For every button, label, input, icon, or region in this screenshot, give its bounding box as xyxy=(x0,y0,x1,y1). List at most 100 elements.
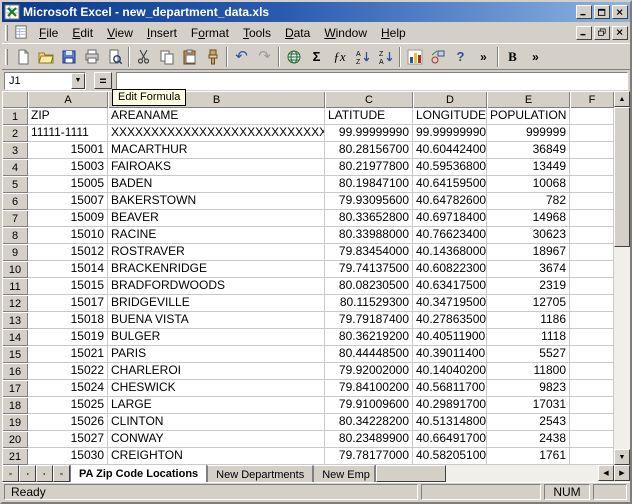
cell-F12[interactable] xyxy=(570,295,614,312)
cell-D5[interactable]: 40.64159500 xyxy=(413,176,487,193)
cell-E9[interactable]: 18967 xyxy=(487,244,570,261)
col-header-C[interactable]: C xyxy=(325,91,413,108)
row-header-21[interactable]: 21 xyxy=(2,448,28,465)
row-header-9[interactable]: 9 xyxy=(2,244,28,261)
cell-D12[interactable]: 40.34719500 xyxy=(413,295,487,312)
cell-E10[interactable]: 3674 xyxy=(487,261,570,278)
cell-C6[interactable]: 79.93095600 xyxy=(325,193,413,210)
cell-F16[interactable] xyxy=(570,363,614,380)
cell-C16[interactable]: 79.92002000 xyxy=(325,363,413,380)
cell-F15[interactable] xyxy=(570,346,614,363)
cell-C1[interactable]: LATITUDE xyxy=(325,108,413,125)
cell-D4[interactable]: 40.59536800 xyxy=(413,159,487,176)
more-buttons2-icon[interactable]: » xyxy=(524,46,547,68)
maximize-button[interactable] xyxy=(594,5,610,19)
last-sheet-button[interactable] xyxy=(53,465,70,482)
cell-E8[interactable]: 30623 xyxy=(487,227,570,244)
cell-D15[interactable]: 40.39011400 xyxy=(413,346,487,363)
workbook-close-button[interactable] xyxy=(612,25,628,40)
new-workbook-icon[interactable] xyxy=(11,46,34,68)
cell-B13[interactable]: BUENA VISTA xyxy=(108,312,325,329)
col-header-F[interactable]: F xyxy=(570,91,614,108)
cell-B2[interactable]: XXXXXXXXXXXXXXXXXXXXXXXXXXXXXXXX xyxy=(108,125,325,142)
cell-A3[interactable]: 15001 xyxy=(28,142,108,159)
cell-D21[interactable]: 40.58205100 xyxy=(413,448,487,465)
cell-C18[interactable]: 79.91009600 xyxy=(325,397,413,414)
cut-icon[interactable] xyxy=(132,46,155,68)
cell-A4[interactable]: 15003 xyxy=(28,159,108,176)
chart-wizard-icon[interactable] xyxy=(403,46,426,68)
menu-format[interactable]: Format xyxy=(184,24,236,42)
cell-B8[interactable]: RACINE xyxy=(108,227,325,244)
row-header-2[interactable]: 2 xyxy=(2,125,28,142)
row-header-18[interactable]: 18 xyxy=(2,397,28,414)
cell-B19[interactable]: CLINTON xyxy=(108,414,325,431)
cell-E11[interactable]: 2319 xyxy=(487,278,570,295)
cell-F17[interactable] xyxy=(570,380,614,397)
cell-F11[interactable] xyxy=(570,278,614,295)
cell-E2[interactable]: 999999 xyxy=(487,125,570,142)
cell-A8[interactable]: 15010 xyxy=(28,227,108,244)
cell-D11[interactable]: 40.63417500 xyxy=(413,278,487,295)
cell-B11[interactable]: BRADFORDWOODS xyxy=(108,278,325,295)
scroll-left-icon[interactable]: ◀ xyxy=(598,465,614,481)
bold-button[interactable]: B xyxy=(501,46,524,68)
row-header-3[interactable]: 3 xyxy=(2,142,28,159)
formula-input[interactable] xyxy=(116,71,628,90)
cell-E17[interactable]: 9823 xyxy=(487,380,570,397)
cell-D6[interactable]: 40.64782600 xyxy=(413,193,487,210)
cell-A18[interactable]: 15025 xyxy=(28,397,108,414)
row-header-6[interactable]: 6 xyxy=(2,193,28,210)
paste-function-icon[interactable]: ƒx xyxy=(328,46,351,68)
cell-A10[interactable]: 15014 xyxy=(28,261,108,278)
cell-A14[interactable]: 15019 xyxy=(28,329,108,346)
cell-C3[interactable]: 80.28156700 xyxy=(325,142,413,159)
cell-C13[interactable]: 79.79187400 xyxy=(325,312,413,329)
cell-C12[interactable]: 80.11529300 xyxy=(325,295,413,312)
sheet-tab-3[interactable]: New Emp xyxy=(313,465,376,482)
horizontal-scrollbar[interactable]: ◀ ▶ xyxy=(375,465,630,482)
menu-insert[interactable]: Insert xyxy=(140,24,184,42)
cell-D16[interactable]: 40.14040200 xyxy=(413,363,487,380)
cell-C9[interactable]: 79.83454000 xyxy=(325,244,413,261)
row-header-7[interactable]: 7 xyxy=(2,210,28,227)
cell-E13[interactable]: 1186 xyxy=(487,312,570,329)
cell-B17[interactable]: CHESWICK xyxy=(108,380,325,397)
row-header-19[interactable]: 19 xyxy=(2,414,28,431)
cell-A21[interactable]: 15030 xyxy=(28,448,108,465)
cell-F19[interactable] xyxy=(570,414,614,431)
cell-C14[interactable]: 80.36219200 xyxy=(325,329,413,346)
row-header-12[interactable]: 12 xyxy=(2,295,28,312)
menu-window[interactable]: Window xyxy=(317,24,374,42)
select-all-corner[interactable] xyxy=(2,91,28,108)
cell-F14[interactable] xyxy=(570,329,614,346)
cell-A1[interactable]: ZIP xyxy=(28,108,108,125)
cell-F2[interactable] xyxy=(570,125,614,142)
cell-D2[interactable]: 99.99999990 xyxy=(413,125,487,142)
cell-A16[interactable]: 15022 xyxy=(28,363,108,380)
menu-file[interactable]: File xyxy=(32,24,65,42)
menu-help[interactable]: Help xyxy=(374,24,413,42)
cell-D18[interactable]: 40.29891700 xyxy=(413,397,487,414)
minimize-button[interactable] xyxy=(576,5,592,19)
cell-A19[interactable]: 15026 xyxy=(28,414,108,431)
row-header-20[interactable]: 20 xyxy=(2,431,28,448)
cell-F10[interactable] xyxy=(570,261,614,278)
row-header-11[interactable]: 11 xyxy=(2,278,28,295)
cell-F21[interactable] xyxy=(570,448,614,465)
cell-B6[interactable]: BAKERSTOWN xyxy=(108,193,325,210)
horizontal-scroll-thumb[interactable] xyxy=(376,465,447,482)
copy-icon[interactable] xyxy=(155,46,178,68)
undo-icon[interactable]: ↶ xyxy=(230,46,253,68)
vertical-scroll-thumb[interactable] xyxy=(614,107,630,247)
cell-C20[interactable]: 80.23489900 xyxy=(325,431,413,448)
cell-B15[interactable]: PARIS xyxy=(108,346,325,363)
cell-B10[interactable]: BRACKENRIDGE xyxy=(108,261,325,278)
edit-formula-button[interactable]: = xyxy=(94,72,112,89)
cell-F9[interactable] xyxy=(570,244,614,261)
cell-D13[interactable]: 40.27863500 xyxy=(413,312,487,329)
cell-B1[interactable]: AREANAME xyxy=(108,108,325,125)
sort-ascending-icon[interactable]: AZ xyxy=(351,46,374,68)
more-buttons-icon[interactable]: » xyxy=(472,46,495,68)
menu-data[interactable]: Data xyxy=(278,24,317,42)
